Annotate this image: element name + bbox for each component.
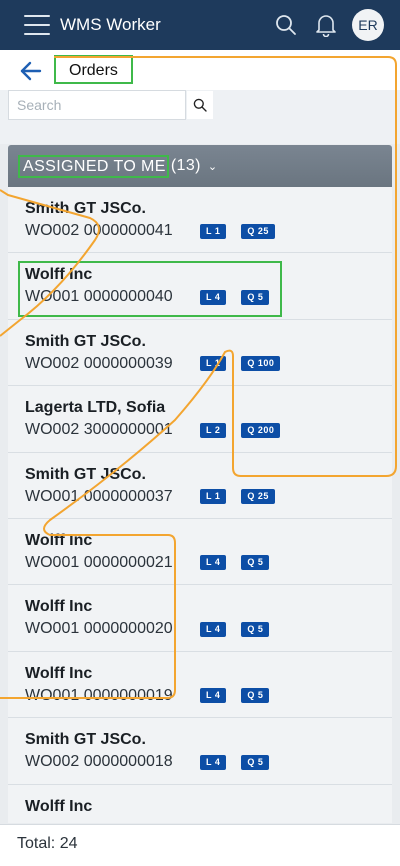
quantity-badge: Q 5 [241, 688, 270, 704]
location-badge: L 4 [200, 754, 227, 770]
quantity-badge: Q 200 [241, 422, 281, 438]
location-badge: L 4 [200, 289, 227, 305]
chevron-down-icon[interactable]: ⌄ [208, 160, 218, 173]
quantity-badge: Q 5 [241, 754, 270, 770]
order-number: WO001 0000000020 [25, 620, 173, 638]
company-name: Wolff Inc [25, 797, 93, 815]
group-count: (13) [170, 157, 201, 174]
app-title: WMS Worker [60, 15, 161, 34]
hamburger-icon[interactable] [24, 15, 50, 35]
quantity-badge: Q 5 [241, 555, 270, 571]
avatar[interactable]: ER [352, 9, 384, 41]
list-item[interactable]: Wolff Inc WO001 0000000020 L 4 Q 5 [8, 585, 392, 652]
location-badge: L 1 [200, 223, 227, 239]
company-name: Lagerta LTD, Sofia [25, 399, 166, 417]
location-badge: L 1 [200, 489, 227, 505]
quantity-badge: Q 25 [241, 489, 275, 505]
order-number: WO002 0000000039 [25, 354, 173, 372]
company-name: Wolff Inc [25, 664, 93, 682]
orders-list[interactable]: Smith GT JSCo. WO002 0000000041 L 1 Q 25… [8, 187, 392, 823]
top-app-bar: WMS Worker ER [0, 0, 400, 50]
quantity-badge: Q 100 [241, 356, 281, 372]
order-number: WO001 0000000040 [25, 288, 173, 306]
location-badge: L 2 [200, 422, 227, 438]
page-title: Orders [54, 55, 133, 84]
quantity-badge: Q 5 [241, 621, 270, 637]
location-badge: L 4 [200, 688, 227, 704]
magnifier-icon[interactable] [186, 90, 214, 120]
company-name: Wolff Inc [25, 266, 93, 284]
company-name: Smith GT JSCo. [25, 731, 146, 749]
order-number: WO002 0000000041 [25, 222, 173, 239]
list-item[interactable]: Wolff Inc WO001 0000000040 L 4 Q 5 [8, 253, 392, 320]
company-name: Smith GT JSCo. [25, 200, 146, 217]
company-name: Smith GT JSCo. [25, 332, 146, 350]
list-item[interactable]: Smith GT JSCo. WO002 0000000041 L 1 Q 25 [8, 187, 392, 254]
arrow-left-icon[interactable] [18, 60, 44, 82]
order-number: WO001 0000000021 [25, 553, 173, 571]
company-name: Smith GT JSCo. [25, 465, 146, 483]
group-label: ASSIGNED TO ME [18, 154, 169, 178]
group-header-assigned[interactable]: ASSIGNED TO ME (13) ⌄ [8, 145, 392, 187]
order-number: WO001 0000000037 [25, 487, 173, 505]
quantity-badge: Q 5 [241, 289, 270, 305]
list-item[interactable]: Wolff Inc [8, 785, 392, 823]
location-badge: L 1 [200, 356, 227, 372]
company-name: Wolff Inc [25, 531, 93, 549]
order-number: WO002 0000000018 [25, 753, 173, 771]
list-item[interactable]: Wolff Inc WO001 0000000019 L 4 Q 5 [8, 652, 392, 719]
location-badge: L 4 [200, 555, 227, 571]
search-input[interactable] [8, 90, 186, 120]
list-item[interactable]: Smith GT JSCo. WO002 0000000018 L 4 Q 5 [8, 718, 392, 785]
order-number: WO001 0000000019 [25, 686, 173, 704]
bell-icon[interactable] [312, 11, 340, 39]
location-badge: L 4 [200, 621, 227, 637]
total-footer: Total: 24 [0, 824, 400, 866]
page-header: Orders [0, 50, 400, 90]
quantity-badge: Q 25 [241, 223, 275, 239]
company-name: Wolff Inc [25, 598, 93, 616]
list-item[interactable]: Lagerta LTD, Sofia WO002 3000000001 L 2 … [8, 386, 392, 453]
search-bar [0, 90, 400, 144]
list-item[interactable]: Smith GT JSCo. WO001 0000000037 L 1 Q 25 [8, 453, 392, 519]
list-item[interactable]: Smith GT JSCo. WO002 0000000039 L 1 Q 10… [8, 320, 392, 387]
order-number: WO002 3000000001 [25, 421, 173, 439]
search-icon[interactable] [272, 11, 300, 39]
list-item[interactable]: Wolff Inc WO001 0000000021 L 4 Q 5 [8, 519, 392, 586]
